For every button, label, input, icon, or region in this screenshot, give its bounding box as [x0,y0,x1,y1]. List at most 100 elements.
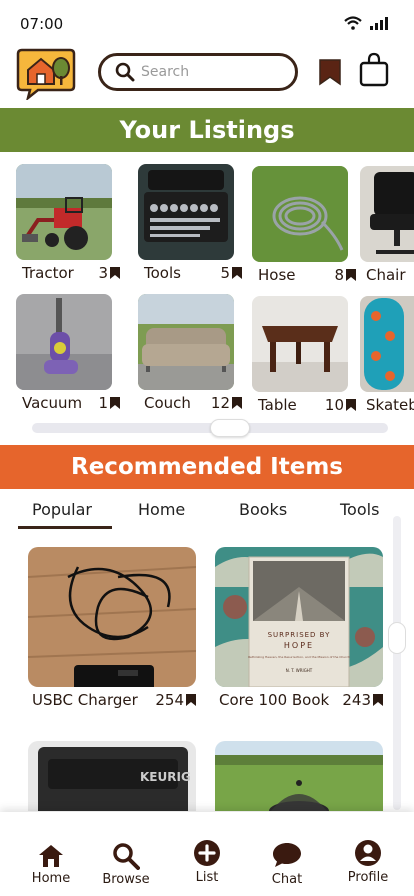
bookmark-icon [110,397,120,409]
app-logo-icon[interactable] [16,48,76,100]
chat-bubble-icon [273,843,301,867]
listing-caption: Tractor 3 [16,262,120,284]
listing-tile-skateboard[interactable]: Skateb [360,296,414,416]
book-author: N. T. WRIGHT [286,668,313,673]
listing-image [252,296,348,392]
listing-image [16,294,112,390]
bookmark-count: 12 [210,394,230,412]
category-tabs: Popular Home Books Tools [0,498,414,534]
recommended-item-caption: USBC Charger 254 [28,691,198,713]
recommended-item-core-100-book[interactable]: SURPRISED BY HOPE Rethinking Heaven, the… [215,547,385,713]
search-placeholder: Search [141,64,190,80]
search-icon [113,843,140,870]
bookmark-icon [373,694,383,706]
book-title-line2: HOPE [284,641,314,650]
search-icon [115,62,135,82]
listing-tile-tools[interactable]: Tools 5 [138,164,242,284]
tab-home[interactable]: Home [138,500,185,519]
status-time: 07:00 [20,15,64,33]
recommended-item-name: Core 100 Book [219,691,330,709]
recommended-items-header: Recommended Items [0,445,414,489]
listing-image [360,166,414,262]
bookmark-count: 5 [220,264,230,282]
listing-caption: Table 10 [252,394,356,416]
tab-books[interactable]: Books [239,500,287,519]
listing-caption: Couch 12 [138,392,242,414]
recommended-item-usbc-charger[interactable]: USBC Charger 254 [28,547,198,713]
listing-caption: Skateb [360,394,414,416]
listing-name: Tools [144,264,181,282]
nav-home[interactable]: Home [16,812,86,896]
bookmark-icon[interactable] [318,58,342,86]
book-title-line1: SURPRISED BY [268,631,331,639]
listing-image [16,164,112,260]
bookmark-icon [110,267,120,279]
listing-tile-tractor[interactable]: Tractor 3 [16,164,120,284]
app-header: Search [0,44,414,106]
nav-chat[interactable]: Chat [252,812,322,896]
listing-image [138,294,234,390]
listing-name: Couch [144,394,191,412]
status-icons [344,16,388,30]
nav-label: Profile [347,870,389,885]
bookmark-icon [232,397,242,409]
nav-profile[interactable]: Profile [333,812,403,896]
listing-tile-hose[interactable]: Hose 8 [252,166,356,286]
search-bar[interactable]: Search [98,53,298,91]
cellular-signal-icon [370,17,388,30]
status-bar: 07:00 [0,0,414,44]
app-screen: 07:00 Search Your Listings Tractor 3 Too… [0,0,414,896]
bookmark-count: 243 [342,691,371,709]
nav-list[interactable]: List [172,812,242,896]
scrollbar-thumb[interactable] [388,622,406,654]
listing-name: Vacuum [22,394,83,412]
recommended-item-image: KEURIG [28,741,196,811]
bottom-navigation: Home Browse List Chat Profile [0,812,414,896]
nav-label: Chat [271,872,303,887]
active-tab-indicator [18,526,112,529]
listings-horizontal-scrollbar[interactable] [32,419,388,437]
appliance-brand-text: KEURIG [140,770,191,784]
your-listings-header: Your Listings [0,108,414,152]
listing-tile-vacuum[interactable]: Vacuum 1 [16,294,120,414]
bookmark-count: 8 [334,266,344,284]
listing-tile-chair[interactable]: Chair [360,166,414,286]
listing-caption: Chair [360,264,414,286]
scrollbar-thumb[interactable] [210,419,250,437]
shopping-bag-icon[interactable] [359,52,389,88]
listings-grid[interactable]: Tractor 3 Tools 5 Hose 8 Chair Vacuum 1 … [0,162,414,422]
home-icon [39,845,63,867]
tab-popular[interactable]: Popular [32,500,92,519]
tab-tools[interactable]: Tools [340,500,379,519]
listing-name: Skateb [366,396,414,414]
listing-name: Chair [366,266,406,284]
recommended-item-image [215,741,383,811]
wifi-icon [344,16,362,30]
listing-image [360,296,414,392]
bookmark-count: 3 [98,264,108,282]
listing-tile-table[interactable]: Table 10 [252,296,356,416]
listing-image [252,166,348,262]
bookmark-icon [346,399,356,411]
book-subtitle: Rethinking Heaven, the Resurrection, and… [248,655,350,659]
recommended-item-image [28,547,196,687]
profile-icon [355,840,381,866]
bookmark-count: 1 [98,394,108,412]
listing-name: Hose [258,266,296,284]
recommended-item-coffee-maker[interactable]: KEURIG [28,741,198,811]
listing-caption: Vacuum 1 [16,392,120,414]
nav-browse[interactable]: Browse [91,812,161,896]
nav-label: Home [31,871,71,886]
listing-tile-couch[interactable]: Couch 12 [138,294,242,414]
recommended-vertical-scrollbar[interactable] [388,516,406,810]
recommended-item-fire-pit[interactable] [215,741,385,811]
bookmark-icon [232,267,242,279]
recommended-item-image: SURPRISED BY HOPE Rethinking Heaven, the… [215,547,383,687]
listing-image [138,164,234,260]
nav-label: List [195,870,219,885]
listing-name: Table [258,396,297,414]
bookmark-icon [186,694,196,706]
recommended-grid[interactable]: USBC Charger 254 SURPRISED BY HOPE Rethi… [0,545,414,811]
listing-name: Tractor [22,264,74,282]
add-circle-icon [194,840,220,866]
